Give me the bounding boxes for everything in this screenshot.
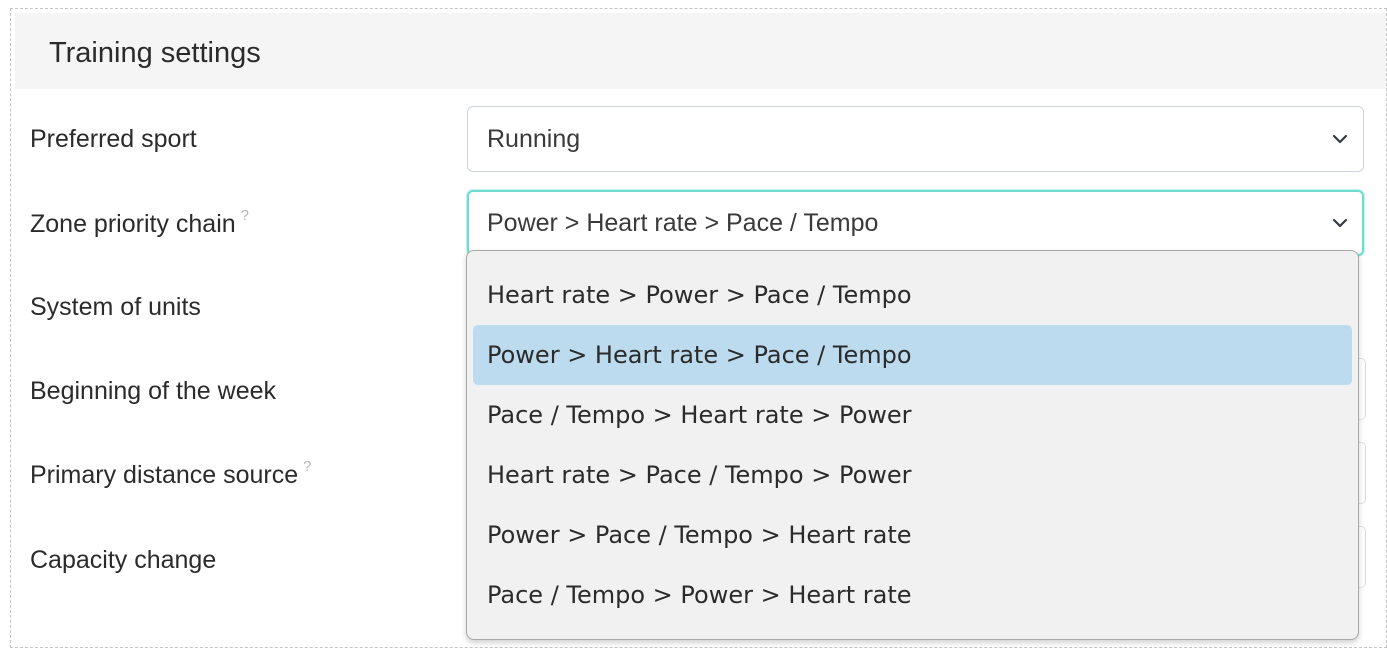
zone-priority-chain-select[interactable]: Power > Heart rate > Pace / Tempo bbox=[467, 190, 1364, 256]
help-icon[interactable]: ? bbox=[241, 207, 249, 224]
preferred-sport-select[interactable]: Running bbox=[467, 106, 1364, 172]
chevron-down-icon bbox=[1332, 218, 1348, 228]
capacity-change-label: Capacity change bbox=[30, 546, 216, 575]
primary-distance-source-label: Primary distance source? bbox=[30, 458, 312, 490]
row-label-text: Preferred sport bbox=[30, 125, 197, 153]
row-label-text: Capacity change bbox=[30, 546, 217, 574]
row-label-text: Primary distance source bbox=[30, 461, 299, 489]
dropdown-option[interactable]: Pace / Tempo > Heart rate > Power bbox=[473, 385, 1352, 445]
system-of-units-label: System of units bbox=[30, 293, 201, 322]
panel-header: Training settings bbox=[15, 13, 1386, 89]
capacity-change-select-edge bbox=[1358, 526, 1366, 588]
primary-distance-source-select-edge bbox=[1358, 442, 1366, 504]
zone-priority-chain-label: Zone priority chain? bbox=[30, 207, 249, 239]
zone-priority-dropdown-list[interactable]: Heart rate > Power > Pace / Tempo Power … bbox=[466, 250, 1359, 640]
row-label-text: Zone priority chain bbox=[30, 210, 236, 238]
row-label-text: System of units bbox=[30, 293, 201, 321]
select-value: Power > Heart rate > Pace / Tempo bbox=[487, 209, 879, 237]
beginning-of-week-select-edge bbox=[1358, 358, 1366, 420]
preferred-sport-label: Preferred sport bbox=[30, 125, 197, 154]
dropdown-option-selected[interactable]: Power > Heart rate > Pace / Tempo bbox=[473, 325, 1352, 385]
select-value: Running bbox=[487, 125, 581, 153]
dropdown-option[interactable]: Pace / Tempo > Power > Heart rate bbox=[473, 565, 1352, 625]
panel-title: Training settings bbox=[49, 37, 261, 69]
dropdown-option[interactable]: Power > Pace / Tempo > Heart rate bbox=[473, 505, 1352, 565]
dropdown-option[interactable]: Heart rate > Pace / Tempo > Power bbox=[473, 445, 1352, 505]
dropdown-option[interactable]: Heart rate > Power > Pace / Tempo bbox=[473, 265, 1352, 325]
row-label-text: Beginning of the week bbox=[30, 377, 277, 405]
chevron-down-icon bbox=[1332, 134, 1348, 144]
beginning-of-week-label: Beginning of the week bbox=[30, 377, 276, 406]
help-icon[interactable]: ? bbox=[303, 458, 311, 475]
